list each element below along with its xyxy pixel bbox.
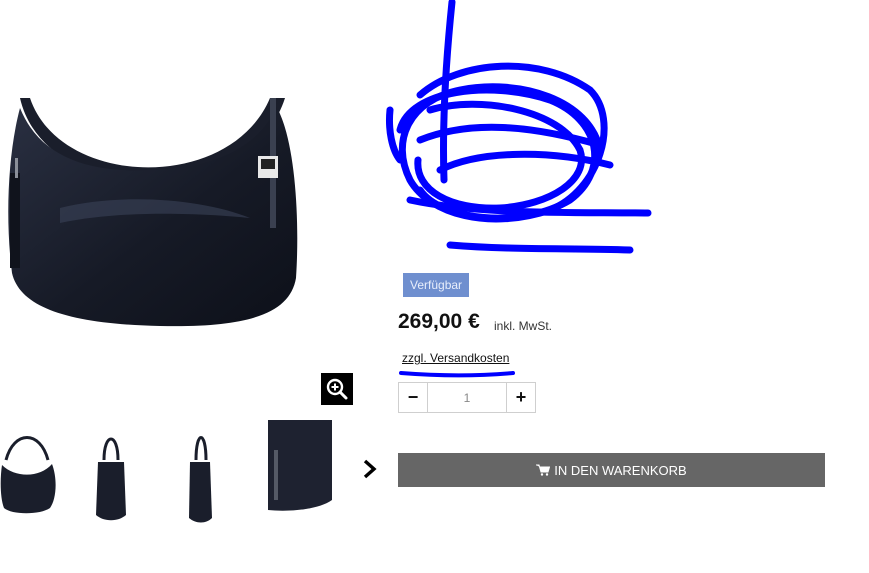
quantity-stepper: − + <box>398 382 536 413</box>
minus-icon: − <box>407 387 419 407</box>
thumbnail-next-button[interactable] <box>360 456 382 482</box>
main-product-image <box>0 98 300 338</box>
plus-icon: + <box>515 387 527 407</box>
add-to-cart-button[interactable]: IN DEN WARENKORB <box>398 453 825 487</box>
quantity-input[interactable] <box>428 383 506 412</box>
thumbnail-side[interactable] <box>90 420 154 525</box>
magnifier-plus-icon <box>326 378 348 400</box>
thumbnail-detail[interactable] <box>268 420 332 525</box>
cart-icon <box>536 464 551 476</box>
shipping-costs-link[interactable]: zzgl. Versandkosten <box>402 351 509 365</box>
zoom-button[interactable] <box>321 373 353 405</box>
tax-note: inkl. MwSt. <box>494 319 553 333</box>
product-price: 269,00 € <box>398 310 480 333</box>
redaction-scribble <box>380 0 660 270</box>
shipping-underline-mark <box>399 365 515 378</box>
chevron-right-icon <box>363 459 377 479</box>
quantity-increment-button[interactable]: + <box>506 383 535 412</box>
thumbnail-side-slim[interactable] <box>180 420 244 525</box>
add-to-cart-label: IN DEN WARENKORB <box>554 462 687 478</box>
thumbnail-front[interactable] <box>0 420 64 525</box>
quantity-decrement-button[interactable]: − <box>399 383 428 412</box>
availability-badge: Verfügbar <box>403 273 470 297</box>
